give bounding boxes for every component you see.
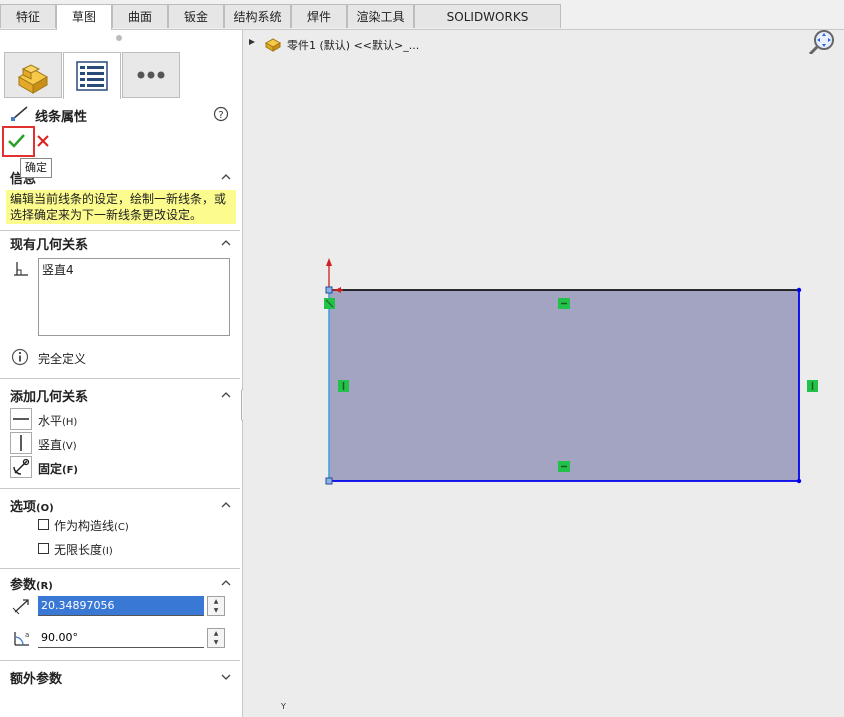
existing-relations-list[interactable]: 竖直4 [38, 258, 230, 336]
chevron-down-icon[interactable] [221, 672, 231, 682]
message-text: 编辑当前线条的设定，绘制一新线条，或选择确定来为下一新线条更改设定。 [6, 190, 236, 224]
angle-input[interactable] [38, 628, 204, 648]
add-relations-header: 添加几何关系 [10, 390, 89, 405]
extra-parameters-header: 额外参数 [10, 672, 63, 687]
cancel-icon[interactable] [36, 134, 50, 148]
line-icon [11, 106, 28, 121]
tab-weldments[interactable]: 焊件 [291, 4, 347, 28]
divider [0, 660, 240, 661]
vertical-relation-button[interactable] [10, 432, 32, 454]
chevron-up-icon[interactable] [221, 578, 231, 588]
divider [0, 378, 240, 379]
info-icon [11, 348, 29, 366]
part-icon [17, 64, 49, 94]
ok-tooltip: 确定 [20, 158, 52, 178]
divider [0, 488, 240, 489]
sketch-canvas [324, 258, 818, 485]
endpoint-handle[interactable] [325, 286, 333, 294]
endpoint-dot[interactable] [796, 287, 802, 293]
graphics-area[interactable]: 零件1 (默认) <<默认>_... Y [243, 30, 844, 717]
fix-relation-label[interactable]: 固定(F) [38, 460, 78, 477]
tab-features[interactable]: 特征 [0, 4, 56, 28]
construction-label[interactable]: 作为构造线(C) [54, 517, 129, 534]
definition-status: 完全定义 [38, 352, 87, 366]
divider [0, 230, 240, 231]
chevron-up-icon[interactable] [221, 500, 231, 510]
options-header: 选项(O) [10, 500, 54, 515]
origin-y-arrow-icon [326, 258, 332, 266]
chevron-up-icon[interactable] [221, 238, 231, 248]
ok-checkmark-icon[interactable] [6, 131, 28, 151]
tab-render-tools[interactable]: 渲染工具 [347, 4, 414, 28]
infinite-length-checkbox[interactable] [38, 543, 49, 554]
anchor-icon [13, 458, 30, 475]
sketch-rectangle-fill [329, 290, 799, 481]
endpoint-dot[interactable] [796, 478, 802, 484]
construction-checkbox[interactable] [38, 519, 49, 530]
tab-structure-system[interactable]: 结构系统 [224, 4, 291, 28]
tab-surfaces[interactable]: 曲面 [112, 4, 168, 28]
horizontal-icon [13, 418, 29, 420]
length-spinner[interactable]: ▲ ▼ [207, 596, 225, 616]
help-icon[interactable]: ? [213, 106, 229, 122]
horizontal-relation-button[interactable] [10, 408, 32, 430]
property-manager-tab[interactable] [63, 52, 121, 99]
angle-spinner[interactable]: ▲ ▼ [207, 628, 225, 648]
vertical-icon [20, 435, 22, 451]
more-managers-tab[interactable] [122, 52, 180, 98]
tab-sketch[interactable]: 草图 [56, 4, 112, 30]
svg-text:?: ? [218, 110, 223, 121]
parameters-header: 参数(R) [10, 578, 53, 593]
endpoint-handle[interactable] [325, 477, 333, 485]
feature-manager-tab[interactable] [4, 52, 62, 98]
tab-sheet-metal[interactable]: 钣金 [168, 4, 224, 28]
relation-item[interactable]: 竖直4 [42, 261, 226, 278]
infinite-length-label[interactable]: 无限长度(I) [54, 541, 113, 558]
divider [0, 568, 240, 569]
triad-y-label: Y [281, 702, 286, 711]
vertical-relation-label[interactable]: 竖直(V) [38, 436, 77, 453]
length-input[interactable] [38, 596, 204, 616]
property-list-icon [76, 61, 108, 91]
length-icon [12, 599, 29, 615]
horizontal-relation-label[interactable]: 水平(H) [38, 412, 77, 429]
angle-icon: a [14, 631, 29, 646]
chevron-up-icon[interactable] [221, 390, 231, 400]
relations-icon [14, 262, 28, 276]
tab-solidworks-inspection[interactable]: SOLIDWORKS Inspection [414, 4, 561, 48]
chevron-up-icon[interactable] [221, 172, 231, 182]
panel-title: 线条属性 [35, 110, 88, 125]
existing-relations-header: 现有几何关系 [10, 238, 89, 253]
svg-text:a: a [25, 631, 29, 639]
fix-relation-button[interactable] [10, 456, 32, 478]
property-manager-panel: 线条属性 ? 信息 确定 编辑当前线条的设定，绘制一新线条，或选择确定来为下一新… [0, 30, 243, 717]
ellipsis-icon [137, 71, 165, 79]
command-manager-tabs: 特征 草图 曲面 钣金 结构系统 焊件 渲染工具 SOLIDWORKS Insp… [0, 0, 844, 48]
panel-grip[interactable] [116, 35, 122, 41]
